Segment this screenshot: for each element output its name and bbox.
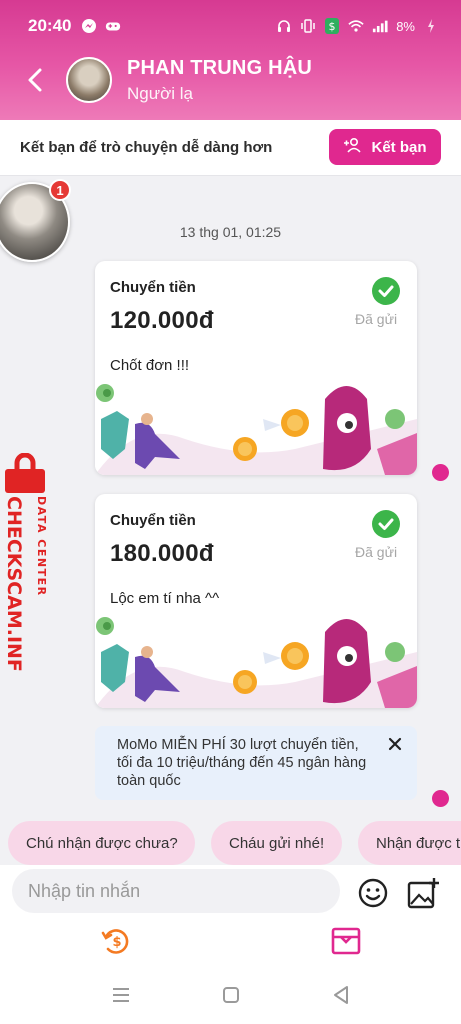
battery-icon — [423, 18, 439, 34]
headset-icon — [276, 18, 292, 34]
momo-mascot-illustration — [95, 379, 417, 475]
back-nav-icon[interactable] — [330, 984, 352, 1006]
check-icon — [372, 510, 400, 538]
transfer-card[interactable]: Chuyển tiền 120.000đ Đã gửi Chốt đơn !!! — [95, 261, 417, 475]
svg-text:$: $ — [112, 935, 121, 950]
transfer-message: Chốt đơn !!! — [110, 357, 190, 374]
promo-banner: MoMo MIỄN PHÍ 30 lượt chuyển tiền, tối đ… — [95, 726, 417, 800]
menu-nav-icon[interactable] — [110, 984, 132, 1006]
contact-name: PHAN TRUNG HẬU — [127, 57, 313, 79]
transfer-title: Chuyển tiền — [110, 279, 196, 296]
promo-text: MoMo MIỄN PHÍ 30 lượt chuyển tiền, tối đ… — [117, 737, 367, 789]
unread-badge: 1 — [49, 179, 71, 201]
svg-text:$: $ — [329, 20, 336, 33]
chat-header: 20:40 $ 8% PHAN TRUNG HẬU Người lạ — [0, 0, 461, 120]
chat-action-tabs — [0, 921, 461, 961]
gamepad-icon — [105, 18, 121, 34]
add-friend-button[interactable]: Kết bạn — [329, 129, 441, 165]
lock-icon — [3, 452, 47, 493]
messenger-icon — [81, 18, 97, 34]
gift-box-icon[interactable] — [330, 925, 362, 957]
transfer-amount: 180.000đ — [110, 540, 214, 567]
contact-avatar[interactable] — [66, 57, 112, 103]
transfer-status: Đã gửi — [355, 311, 398, 327]
quick-reply-chip[interactable]: Cháu gửi nhé! — [211, 821, 342, 865]
back-arrow-icon[interactable] — [22, 64, 50, 96]
watermark-top: DATA CENTER — [35, 496, 48, 597]
vibrate-icon — [300, 18, 316, 34]
quick-reply-chip[interactable]: Nhận được t — [358, 821, 461, 865]
close-icon[interactable] — [385, 734, 405, 754]
status-time: 20:40 — [28, 16, 72, 35]
battery-percent: 8% — [396, 18, 415, 34]
transfer-money-icon[interactable]: $ — [100, 925, 132, 957]
watermark-bottom: CHECKSCAM.INFO — [3, 496, 25, 672]
add-friend-icon — [343, 137, 363, 157]
transfer-title: Chuyển tiền — [110, 512, 196, 529]
seen-indicator — [432, 790, 449, 807]
quick-reply-chip[interactable]: Chú nhận được chưa? — [8, 821, 195, 865]
check-icon — [372, 277, 400, 305]
transfer-status: Đã gửi — [355, 544, 398, 560]
status-bar: 20:40 $ 8% — [0, 0, 461, 52]
signal-icon — [372, 18, 388, 34]
transfer-amount: 120.000đ — [110, 307, 214, 334]
dollar-shield-icon: $ — [324, 18, 340, 34]
transfer-card[interactable]: Chuyển tiền 180.000đ Đã gửi Lộc em tí nh… — [95, 494, 417, 708]
message-input[interactable]: Nhập tin nhắn — [12, 869, 340, 913]
wifi-icon — [348, 18, 364, 34]
friend-prompt: Kết bạn để trò chuyện dễ dàng hơn — [20, 139, 273, 156]
seen-indicator — [432, 464, 449, 481]
add-image-icon[interactable] — [406, 877, 440, 911]
emoji-icon[interactable] — [357, 877, 389, 909]
add-friend-label: Kết bạn — [371, 138, 427, 156]
contact-status: Người lạ — [127, 84, 193, 103]
momo-mascot-illustration — [95, 612, 417, 708]
home-nav-icon[interactable] — [220, 984, 242, 1006]
transfer-message: Lộc em tí nha ^^ — [110, 590, 220, 607]
watermark-checkscam: DATA CENTER CHECKSCAM.INFO — [0, 492, 60, 688]
